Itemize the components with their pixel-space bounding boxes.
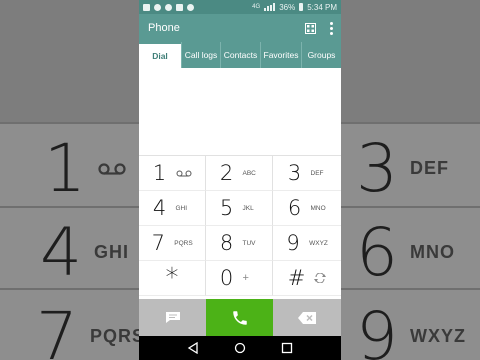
- sync-icon: [154, 3, 161, 11]
- app-title: Phone: [148, 22, 180, 34]
- dialed-number-field[interactable]: [139, 68, 341, 155]
- clock: 5:34 PM: [307, 2, 337, 12]
- app-bar: Phone: [139, 14, 341, 42]
- navigation-bar: [139, 336, 341, 360]
- key-digit: 0: [219, 266, 234, 290]
- tab-dial[interactable]: Dial: [139, 42, 181, 68]
- backspace-icon: [298, 311, 316, 324]
- key-hash[interactable]: #: [273, 261, 341, 296]
- dial-action-bar: [139, 299, 341, 336]
- voicemail-icon: [98, 162, 126, 175]
- background-letters: WXYZ: [410, 326, 466, 346]
- background-digit: 9: [356, 298, 398, 360]
- key-digit: 6: [287, 196, 302, 220]
- key-digit: 7: [151, 231, 165, 255]
- message-button[interactable]: [139, 299, 206, 336]
- app-actions: [305, 21, 333, 35]
- key-digit: 4: [152, 196, 167, 220]
- key-1[interactable]: 1: [139, 156, 206, 191]
- video-icon: [143, 3, 150, 11]
- status-bar: 4G 36% 5:34 PM: [139, 0, 341, 14]
- key-star[interactable]: *: [139, 261, 206, 296]
- background-letters: PQRS: [90, 326, 146, 346]
- background-letters: DEF: [410, 158, 449, 178]
- screen: 1 3 DEF 4 GHI 6 MNO 7 PQRS 9 WXYZ 4G 36%…: [0, 0, 480, 360]
- key-digit: *: [165, 263, 179, 293]
- nav-back-icon[interactable]: [187, 342, 199, 354]
- tab-groups[interactable]: Groups: [301, 42, 341, 68]
- background-digit: 3: [356, 130, 398, 207]
- key-7[interactable]: 7 PQRS: [139, 226, 206, 261]
- key-digit: 5: [219, 196, 234, 220]
- key-letters: PQRS: [174, 239, 193, 247]
- overflow-menu-icon[interactable]: [330, 21, 333, 35]
- key-digit: 9: [286, 231, 300, 255]
- nav-home-icon[interactable]: [234, 342, 246, 354]
- background-digit: 1: [44, 130, 86, 207]
- key-letters: JKL: [242, 204, 254, 212]
- key-letters: GHI: [175, 204, 188, 212]
- delete-button[interactable]: [273, 299, 341, 336]
- background-key-7: 7 PQRS: [36, 298, 145, 360]
- battery-icon: [299, 3, 304, 11]
- background-letters: MNO: [410, 242, 455, 262]
- key-0[interactable]: 0 +: [206, 261, 273, 296]
- phone-call-icon: [232, 310, 247, 325]
- key-letters: WXYZ: [309, 239, 328, 247]
- call-button[interactable]: [206, 299, 273, 336]
- tab-bar: Dial Call logs Contacts Favorites Groups: [139, 42, 341, 68]
- key-2[interactable]: 2 ABC: [206, 156, 273, 191]
- phone-screen: 4G 36% 5:34 PM Phone Dial Call logs Cont…: [139, 0, 341, 360]
- background-key-1: 1: [44, 130, 126, 207]
- voicemail-icon: [176, 170, 191, 176]
- key-9[interactable]: 9 WXYZ: [273, 226, 341, 261]
- key-8[interactable]: 8 TUV: [206, 226, 273, 261]
- key-digit: 8: [219, 231, 234, 255]
- tab-call-logs[interactable]: Call logs: [181, 42, 220, 68]
- message-icon: [165, 312, 180, 323]
- nav-recent-icon[interactable]: [281, 342, 293, 354]
- background-key-3: 3 DEF: [356, 130, 449, 207]
- key-letters: TUV: [242, 239, 256, 247]
- key-digit: #: [287, 266, 306, 290]
- background-key-6: 6 MNO: [356, 214, 455, 291]
- signal-icon: [264, 3, 276, 11]
- tab-contacts[interactable]: Contacts: [220, 42, 260, 68]
- key-letters: DEF: [310, 169, 324, 177]
- key-digit: 1: [152, 161, 167, 185]
- status-bar-system: 4G 36% 5:34 PM: [252, 3, 337, 12]
- facebook-icon: [176, 3, 183, 11]
- key-letters: ABC: [242, 169, 256, 177]
- key-digit: 2: [219, 161, 234, 185]
- key-5[interactable]: 5 JKL: [206, 191, 273, 226]
- swap-icon: [314, 273, 327, 283]
- tab-favorites[interactable]: Favorites: [260, 42, 301, 68]
- background-key-4: 4 GHI: [40, 214, 129, 291]
- speed-dial-grid-icon[interactable]: [305, 22, 316, 34]
- download-icon: [165, 3, 172, 11]
- key-4[interactable]: 4 GHI: [139, 191, 206, 226]
- notification-icon: [187, 3, 194, 11]
- key-letters: MNO: [310, 204, 326, 212]
- background-digit: 6: [356, 214, 398, 291]
- status-bar-notifications: [143, 3, 194, 11]
- key-digit: 3: [287, 161, 302, 185]
- background-key-9: 9 WXYZ: [356, 298, 466, 360]
- battery-percent: 36%: [279, 2, 296, 12]
- key-6[interactable]: 6 MNO: [273, 191, 341, 226]
- key-letters: +: [242, 272, 249, 284]
- background-digit: 7: [36, 298, 78, 360]
- background-digit: 4: [40, 214, 82, 291]
- key-3[interactable]: 3 DEF: [273, 156, 341, 191]
- background-letters: GHI: [94, 242, 130, 262]
- network-type: 4G: [252, 4, 261, 10]
